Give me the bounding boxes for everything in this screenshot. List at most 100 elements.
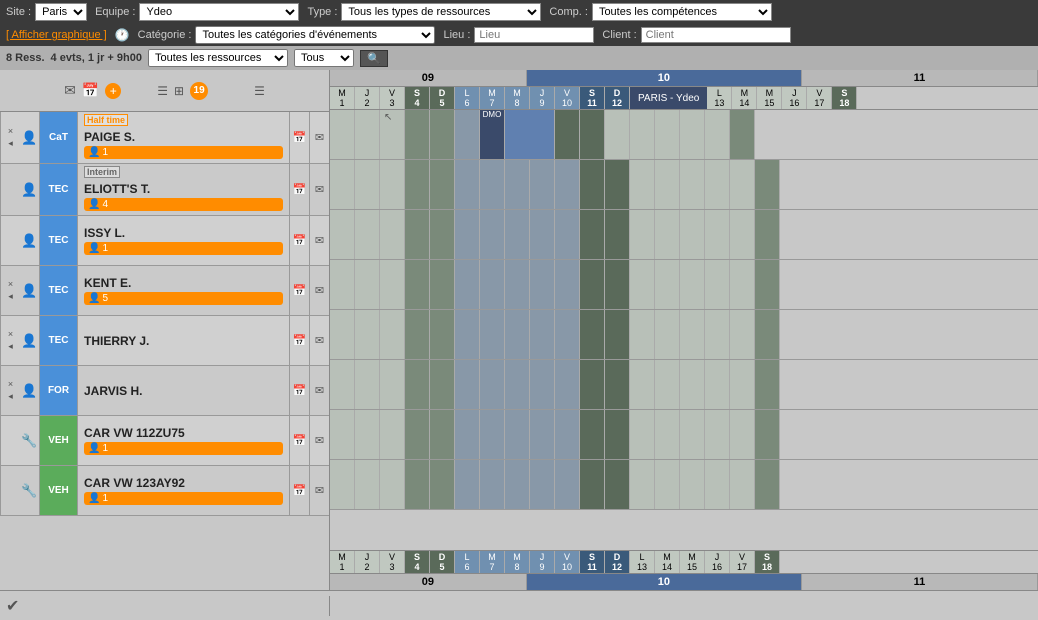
day-L6: L6 [455,87,480,109]
expand-icon-4[interactable]: × [8,279,13,289]
cal-row-5[interactable] [330,310,1038,360]
resource-row: 👤 TEC Interim ELIOTT'S T. 👤 4 📅 [0,164,329,216]
cal-cell-2-M8[interactable] [505,160,530,209]
cal-icon-3[interactable]: 📅 [293,234,307,247]
footer-week-11: 11 [802,574,1038,590]
cal-icon-1[interactable]: 📅 [293,131,307,144]
cal-cell-2-V17[interactable] [730,160,755,209]
cal-cell-2-J16[interactable] [705,160,730,209]
equipe-label: Equipe : [95,6,135,18]
row-tag-1: CaT [40,112,78,163]
cal-cell-2-L6[interactable] [455,160,480,209]
cal-cell-2-M1[interactable] [330,160,355,209]
row-name-area-4: KENT E. 👤 5 [78,266,289,315]
cal-cell-2-J2[interactable] [355,160,380,209]
cal-cell-2-M7[interactable] [480,160,505,209]
mail-icon-5[interactable]: ✉ [315,334,324,347]
cal-row-8[interactable] [330,460,1038,510]
cal-cell-1-S11[interactable] [555,110,580,159]
categorie-select[interactable]: Toutes les catégories d'événements [195,26,435,44]
cal-icon-7[interactable]: 📅 [293,434,307,447]
cal-cell-1-D5[interactable] [430,110,455,159]
cal-cell-2-M14[interactable] [655,160,680,209]
cal-row-3[interactable] [330,210,1038,260]
filter-bar: 8 Ress. 4 evts, 1 jr + 9h00 Toutes les r… [0,46,1038,70]
cal-cell-2-D5[interactable] [430,160,455,209]
check-icon[interactable]: ✔ [6,596,19,616]
add-event-button[interactable]: + [105,83,121,99]
cal-cell-2-L13[interactable] [630,160,655,209]
cal-row-7[interactable] [330,410,1038,460]
resource-count: 8 Ress. [6,52,45,64]
cal-cell-2-V3[interactable] [380,160,405,209]
footer-week-09: 09 [330,574,527,590]
cal-cell-1-J16[interactable] [680,110,705,159]
cal-icon-6[interactable]: 📅 [293,384,307,397]
expand-icon-1[interactable]: × [8,126,13,136]
cal-cell-1-V17[interactable] [705,110,730,159]
cal-cell-1-M15[interactable] [655,110,680,159]
mail-icon-1[interactable]: ✉ [315,131,324,144]
cal-cell-2-D12[interactable] [605,160,630,209]
row-name-4: KENT E. [84,276,283,290]
mail-icon-3[interactable]: ✉ [315,234,324,247]
site-select[interactable]: Paris [35,3,87,21]
cal-cell-2-S4[interactable] [405,160,430,209]
row-tag-3: TEC [40,216,78,265]
comp-select[interactable]: Toutes les compétences [592,3,772,21]
cal-cell-2-S11[interactable] [580,160,605,209]
cal-row-2[interactable] [330,160,1038,210]
cal-cell-1-S18[interactable] [730,110,755,159]
list-icon-2: ☰ [254,84,265,98]
search-button[interactable]: 🔍 [360,50,388,67]
main-area: ✉ 📅 + ☰ ⊞ 19 ☰ × ◂ 👤 [0,70,1038,590]
cal-cell-1-M1[interactable] [330,110,355,159]
equipe-select[interactable]: Ydeo [139,3,299,21]
cal-row-1[interactable]: ↖ DMO [330,110,1038,160]
row-mail-8: ✉ [309,466,329,515]
expand-icon-5[interactable]: × [8,329,13,339]
row-cal-4: 📅 [289,266,309,315]
row-name-2: ELIOTT'S T. [84,182,283,196]
resource-filter-select[interactable]: Toutes les ressources [148,49,288,67]
client-input[interactable] [641,27,791,43]
mail-icon-8[interactable]: ✉ [315,484,324,497]
cal-icon-2[interactable]: 📅 [293,183,307,196]
all-filter-select[interactable]: Tous [294,49,354,67]
cal-icon-4[interactable]: 📅 [293,284,307,297]
cal-row-4[interactable] [330,260,1038,310]
list-icon-header: ☰ [157,84,168,98]
mail-icon-7[interactable]: ✉ [315,434,324,447]
cal-cell-2-V10[interactable] [555,160,580,209]
cal-cell-1-L6[interactable] [455,110,480,159]
cal-cell-1-V3[interactable]: ↖ [380,110,405,159]
mail-icon-4[interactable]: ✉ [315,284,324,297]
resource-rows: × ◂ 👤 CaT Half time PAIGE S. 👤 1 [0,112,329,590]
cal-icon-8[interactable]: 📅 [293,484,307,497]
row-tag-6: FOR [40,366,78,415]
cal-cell-1-L13[interactable] [605,110,630,159]
cal-cell-1-M7[interactable]: DMO [480,110,505,159]
cal-row-6[interactable] [330,360,1038,410]
top-bar: Site : Paris Equipe : Ydeo Type : Tous l… [0,0,1038,24]
cal-cell-2-J9[interactable] [530,160,555,209]
cal-cell-1-M14[interactable] [630,110,655,159]
row-tag-5: TEC [40,316,78,365]
cal-cell-1-M8-V9[interactable] [505,110,555,159]
cal-cell-1-D12[interactable] [580,110,605,159]
type-select[interactable]: Tous les types de ressources [341,3,541,21]
row-label-2: Interim [84,166,120,178]
lieu-input[interactable] [474,27,594,43]
row-badge-7: 👤 1 [84,442,283,455]
cal-cell-1-S4[interactable] [405,110,430,159]
cal-cell-2-S18[interactable] [755,160,780,209]
mail-icon-6[interactable]: ✉ [315,384,324,397]
second-bar: [ Afficher graphique ] 🕐 Catégorie : Tou… [0,24,1038,46]
cal-cell-1-J2[interactable] [355,110,380,159]
expand-icon-6[interactable]: × [8,379,13,389]
cal-icon-5[interactable]: 📅 [293,334,307,347]
mail-icon-2[interactable]: ✉ [315,183,324,196]
cal-cell-2-M15[interactable] [680,160,705,209]
graph-link[interactable]: [ Afficher graphique ] [6,29,107,41]
comp-label: Comp. : [549,6,588,18]
